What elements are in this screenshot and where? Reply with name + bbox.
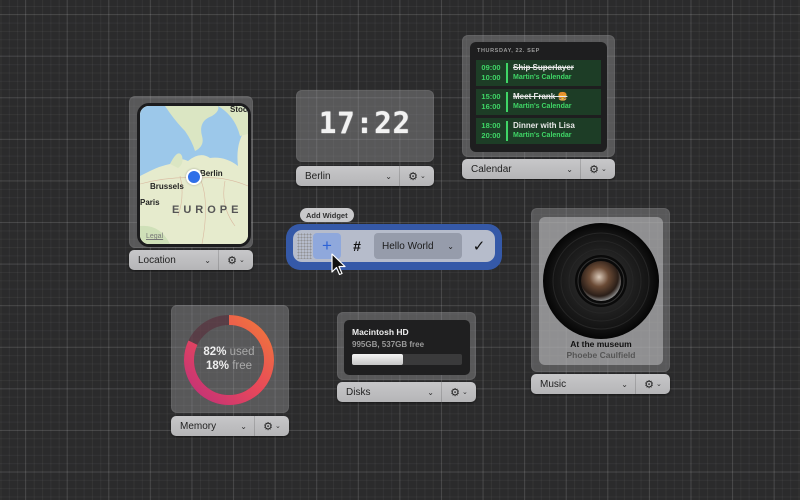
event-title: Ship Superlayer [513,63,574,72]
chevron-down-icon: ⌄ [566,164,573,174]
event-color-bar [506,63,508,83]
event-title: Meet Frank 🍔 [513,92,568,101]
chevron-down-icon: ⌄ [601,166,607,173]
widget-type-dropdown[interactable]: Berlin ⌄ [296,166,399,186]
settings-button[interactable]: ⚙ ⌄ [580,159,615,179]
memory-selector[interactable]: Memory ⌄ ⚙ ⌄ [171,416,289,436]
settings-button[interactable]: ⚙ ⌄ [635,374,670,394]
location-pin-icon [186,169,202,185]
event-end: 10:00 [481,73,501,82]
widget-type-label: Location [138,254,176,266]
event-calendar: Martin's Calendar [513,74,572,81]
chevron-down-icon: ⌄ [275,423,281,430]
chevron-down-icon: ⌄ [239,257,245,264]
song-title: At the museum [570,339,632,349]
widget-type-dropdown[interactable]: Memory ⌄ [171,416,254,436]
calendar-event[interactable]: 09:00 10:00 Ship Superlayer Martin's Calen… [476,60,601,86]
map-label-brussels: Brussels [150,182,184,191]
event-title: Dinner with Lisa [513,121,575,130]
event-calendar: Martin's Calendar [513,132,572,139]
checkmark-icon: ✓ [472,238,486,255]
mouse-cursor-icon [331,253,346,276]
confirm-button[interactable]: ✓ [466,233,492,259]
widget-type-dropdown[interactable]: Location ⌄ [129,250,218,270]
chevron-down-icon: ⌄ [656,381,662,388]
widget-type-dropdown[interactable]: Music ⌄ [531,374,635,394]
widget-type-label: Calendar [471,163,512,175]
disk-name: Macintosh HD [352,327,409,337]
memory-used-value: 82% [203,346,227,358]
calendar-date: THURSDAY, 22. SEP [477,48,540,54]
disk-usage-fill [352,354,403,365]
chevron-down-icon: ⌄ [621,379,628,389]
gear-icon: ⚙ [450,386,460,399]
settings-button[interactable]: ⚙ ⌄ [218,250,253,270]
location-selector[interactable]: Location ⌄ ⚙ ⌄ [129,250,253,270]
song-artist: Phoebe Caulfield [566,350,636,360]
disk-card: Macintosh HD 995GB, 537GB free [344,320,470,375]
calendar-selector[interactable]: Calendar ⌄ ⚙ ⌄ [462,159,615,179]
disk-usage-bar [352,354,462,365]
event-end: 20:00 [481,131,501,140]
memory-free-label: free [232,360,253,372]
map-legal-link[interactable]: Legal [146,233,163,240]
music-selector[interactable]: Music ⌄ ⚙ ⌄ [531,374,670,394]
widget-type-select[interactable]: Hello World ⌄ [374,233,462,259]
chevron-down-icon: ⌄ [462,389,468,396]
memory-used-label: used [229,346,255,358]
gear-icon: ⚙ [227,254,237,267]
widget-type-label: Memory [180,420,217,432]
gear-icon: ⚙ [644,378,654,391]
chevron-down-icon: ⌄ [427,387,434,397]
calendar-card: THURSDAY, 22. SEP 09:00 10:00 Ship Superl… [470,42,607,152]
settings-button[interactable]: ⚙ ⌄ [254,416,289,436]
event-calendar: Martin's Calendar [513,103,572,110]
selected-widget-label: Hello World [382,240,434,252]
event-color-bar [506,121,508,141]
gear-icon: ⚙ [589,163,599,176]
map-label-paris: Paris [140,198,160,207]
location-map[interactable]: Stock Berlin Brussels Paris EUROPE Legal [137,103,251,247]
clock-selector[interactable]: Berlin ⌄ ⚙ ⌄ [296,166,434,186]
widget-type-label: Disks [346,386,371,398]
map-label-stockholm: Stock [230,105,251,114]
disk-summary: 995GB, 537GB free [352,340,425,349]
event-start: 09:00 [481,63,501,72]
calendar-event[interactable]: 18:00 20:00 Dinner with Lisa Martin's Cale… [476,118,601,144]
event-end: 16:00 [481,102,501,111]
settings-button[interactable]: ⚙ ⌄ [399,166,434,186]
chevron-down-icon: ⌄ [420,173,426,180]
clock-time: 17:22 [318,106,412,140]
map-label-region: EUROPE [172,204,243,216]
event-start: 18:00 [481,121,501,130]
gear-icon: ⚙ [408,170,418,183]
memory-stats: 82% used 18% free [178,345,280,373]
grid-button[interactable]: # [343,233,371,259]
event-color-bar [506,92,508,112]
disks-selector[interactable]: Disks ⌄ ⚙ ⌄ [337,382,476,402]
drag-handle[interactable] [297,233,312,259]
chevron-down-icon: ⌄ [204,255,211,265]
chevron-down-icon: ⌄ [240,421,247,431]
album-art [581,261,621,301]
widget-type-label: Berlin [305,170,331,182]
widget-type-label: Music [540,378,567,390]
settings-button[interactable]: ⚙ ⌄ [441,382,476,402]
grid-icon: # [353,238,361,254]
chevron-down-icon: ⌄ [447,241,454,251]
widget-type-dropdown[interactable]: Disks ⌄ [337,382,441,402]
add-widget-tooltip: Add Widget [300,208,354,222]
calendar-event[interactable]: 15:00 16:00 Meet Frank 🍔 Martin's Calendar [476,89,601,115]
event-start: 15:00 [481,92,501,101]
chevron-down-icon: ⌄ [385,171,392,181]
memory-free-value: 18% [205,360,229,372]
widget-type-dropdown[interactable]: Calendar ⌄ [462,159,580,179]
gear-icon: ⚙ [263,420,273,433]
vinyl-record-icon [543,223,659,339]
map-label-berlin: Berlin [200,169,223,178]
